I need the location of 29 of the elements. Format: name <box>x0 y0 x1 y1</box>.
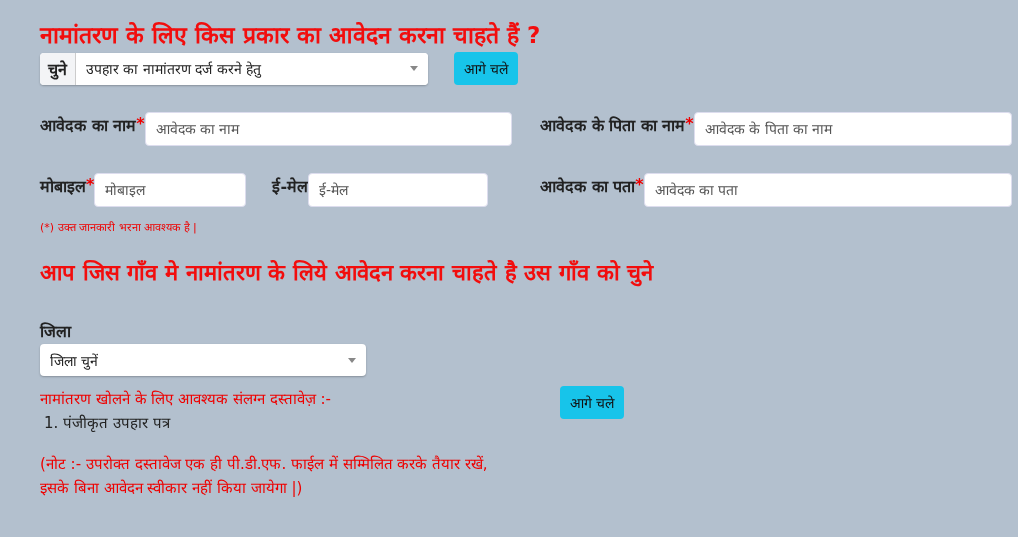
note-text: (नोट :- उपरोक्त दस्तावेज एक ही पी.डी.एफ. फाईल में सम्मिलित करके तैयार रखें, इसके बिना आवेदन स्वीकार नहीं किया जायेगा |) <box>40 454 489 499</box>
type-select[interactable]: चुने उपहार का नामांतरण दर्ज करने हेतु <box>40 52 428 85</box>
caret-icon <box>348 357 356 363</box>
caret-icon <box>410 66 418 71</box>
field-label: ई-मेल <box>272 176 308 197</box>
input-field[interactable]: आवेदक का नाम <box>144 112 512 146</box>
required-mark: * <box>136 113 145 133</box>
field-label: आवेदक का नाम <box>40 115 137 136</box>
document-item: 1. पंजीकृत उपहार पत्र <box>44 413 172 432</box>
input-field[interactable]: ई-मेल <box>308 173 488 207</box>
next-button[interactable]: आगे चले <box>560 386 625 419</box>
district-select[interactable]: जिला चुनें <box>40 344 366 376</box>
section-heading: आप जिस गाँव मे नामांतरण के लिये आवेदन करना चाहते है उस गाँव को चुने <box>40 259 655 289</box>
input-field[interactable]: आवेदक के पिता का नाम <box>693 112 1012 146</box>
select-addon: चुने <box>40 52 76 85</box>
required-mark: * <box>635 174 644 194</box>
next-button[interactable]: आगे चले <box>454 52 519 85</box>
page-heading: नामांतरण के लिए किस प्रकार का आवेदन करना चाहते हैं ? <box>40 21 542 50</box>
required-mark: * <box>86 174 95 194</box>
select-value: उपहार का नामांतरण दर्ज करने हेतु <box>76 52 428 85</box>
district-label: जिला <box>40 321 71 342</box>
input-field[interactable]: मोबाइल <box>94 173 247 207</box>
documents-title: नामांतरण खोलने के लिए आवश्यक संलग्न दस्तावेज़ :- <box>40 389 332 408</box>
required-note: (*) उक्त जानकारी भरना आवश्यक है | <box>40 220 198 234</box>
field-label: मोबाइल <box>40 176 86 197</box>
input-field[interactable]: आवेदक का पता <box>643 173 1012 207</box>
required-mark: * <box>685 113 694 133</box>
field-label: आवेदक के पिता का नाम <box>540 115 686 136</box>
field-label: आवेदक का पता <box>540 176 636 197</box>
